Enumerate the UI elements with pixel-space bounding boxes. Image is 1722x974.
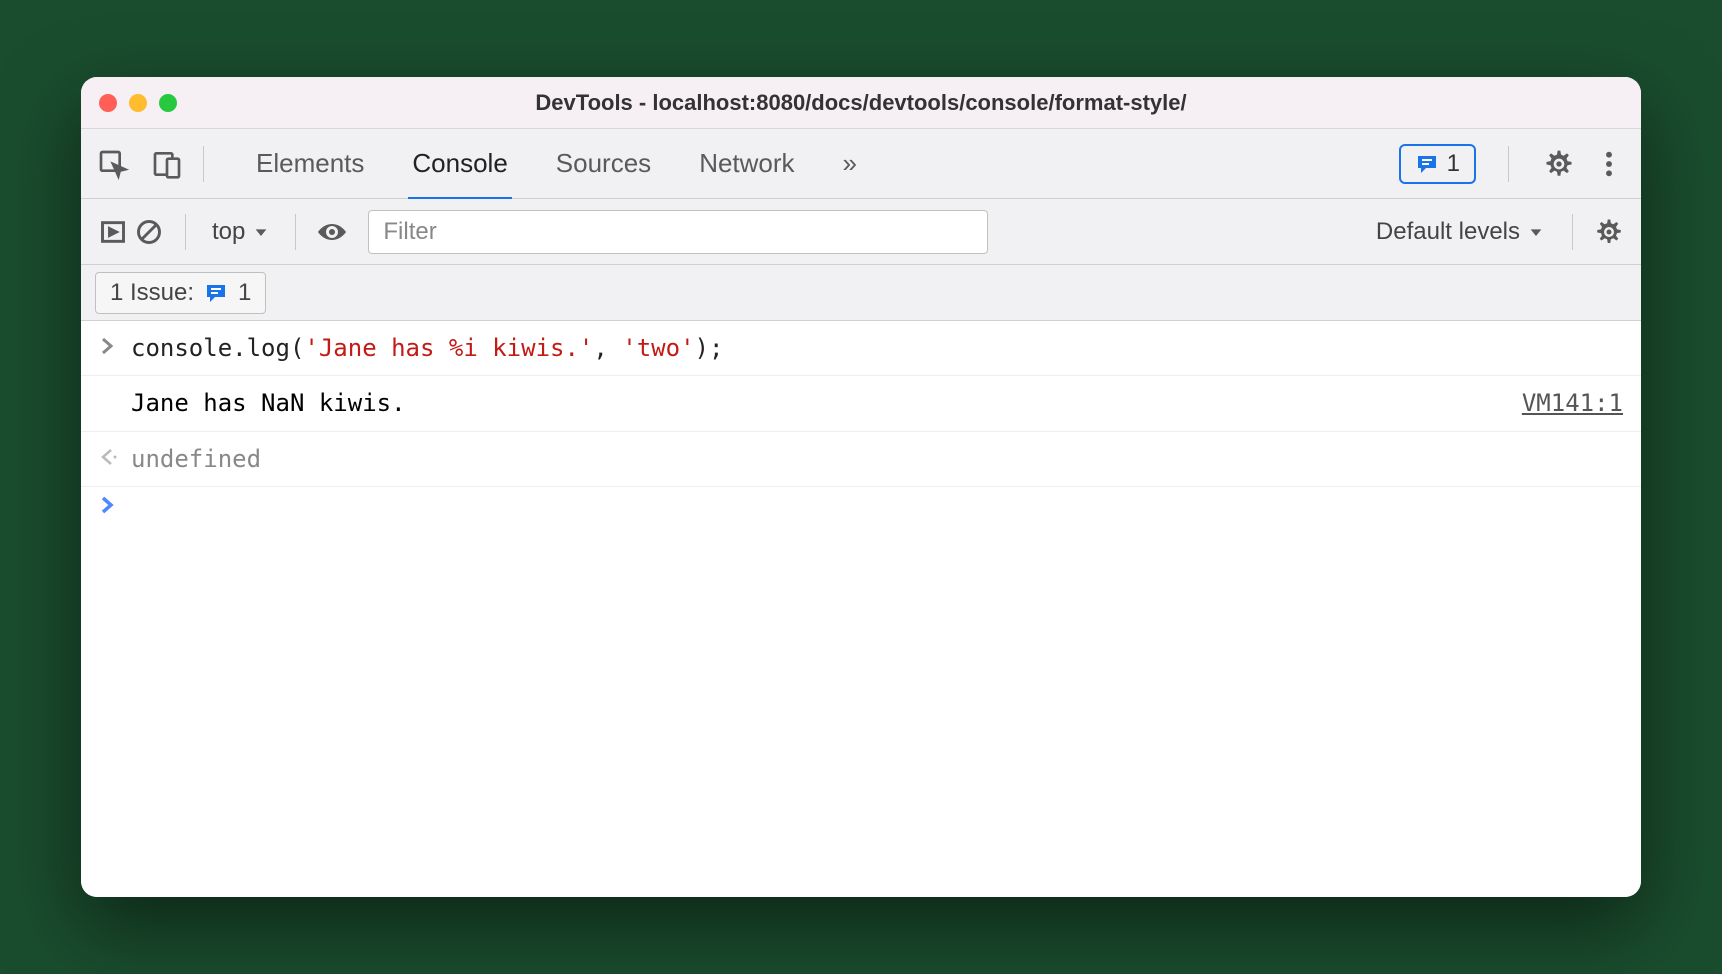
console-output[interactable]: console.log('Jane has %i kiwis.', 'two')… bbox=[81, 321, 1641, 897]
levels-label: Default levels bbox=[1376, 218, 1520, 246]
issues-count: 1 bbox=[1447, 150, 1460, 178]
console-return-row: undefined bbox=[81, 432, 1641, 487]
tab-elements[interactable]: Elements bbox=[252, 130, 368, 197]
main-tabbar: Elements Console Sources Network » 1 bbox=[81, 129, 1641, 199]
console-toolbar: top Default levels bbox=[81, 199, 1641, 265]
prompt-chevron-icon bbox=[99, 495, 131, 515]
toggle-sidebar-icon[interactable] bbox=[95, 214, 131, 250]
console-input-code: console.log('Jane has %i kiwis.', 'two')… bbox=[131, 329, 1623, 367]
tab-sources[interactable]: Sources bbox=[552, 130, 655, 197]
divider bbox=[1508, 146, 1509, 182]
tab-overflow[interactable]: » bbox=[839, 130, 861, 197]
close-button[interactable] bbox=[99, 94, 117, 112]
panel-tabs: Elements Console Sources Network » bbox=[252, 130, 1399, 197]
console-prompt-row[interactable] bbox=[81, 487, 1641, 523]
context-label: top bbox=[212, 218, 245, 246]
chevron-down-icon bbox=[253, 224, 269, 240]
input-chevron-icon bbox=[99, 336, 131, 356]
filter-input[interactable] bbox=[368, 210, 988, 254]
live-expression-icon[interactable] bbox=[314, 214, 350, 250]
return-chevron-icon bbox=[99, 447, 131, 467]
context-selector[interactable]: top bbox=[212, 218, 269, 246]
console-input-row: console.log('Jane has %i kiwis.', 'two')… bbox=[81, 321, 1641, 376]
console-output-row: Jane has NaN kiwis. VM141:1 bbox=[81, 376, 1641, 431]
titlebar: DevTools - localhost:8080/docs/devtools/… bbox=[81, 77, 1641, 129]
issues-label: 1 Issue: bbox=[110, 279, 194, 307]
maximize-button[interactable] bbox=[159, 94, 177, 112]
issues-counter[interactable]: 1 bbox=[1399, 144, 1476, 184]
right-toolbar: 1 bbox=[1399, 144, 1627, 184]
divider bbox=[295, 214, 296, 250]
window-title: DevTools - localhost:8080/docs/devtools/… bbox=[535, 90, 1186, 116]
issues-chip[interactable]: 1 Issue: 1 bbox=[95, 272, 266, 314]
console-return-value: undefined bbox=[131, 440, 1623, 478]
log-levels-selector[interactable]: Default levels bbox=[1376, 218, 1544, 246]
clear-console-icon[interactable] bbox=[131, 214, 167, 250]
issues-chip-count: 1 bbox=[238, 279, 251, 307]
inspect-tools bbox=[95, 146, 185, 182]
minimize-button[interactable] bbox=[129, 94, 147, 112]
source-link[interactable]: VM141:1 bbox=[1502, 384, 1623, 422]
chevron-down-icon bbox=[1528, 224, 1544, 240]
tab-network[interactable]: Network bbox=[695, 130, 798, 197]
more-menu-icon[interactable] bbox=[1591, 146, 1627, 182]
device-toolbar-icon[interactable] bbox=[149, 146, 185, 182]
tab-console[interactable]: Console bbox=[408, 130, 511, 201]
console-settings-icon[interactable] bbox=[1591, 214, 1627, 250]
devtools-window: DevTools - localhost:8080/docs/devtools/… bbox=[81, 77, 1641, 897]
divider bbox=[185, 214, 186, 250]
divider bbox=[203, 146, 204, 182]
window-controls bbox=[99, 94, 177, 112]
issues-bar: 1 Issue: 1 bbox=[81, 265, 1641, 321]
message-icon bbox=[204, 281, 228, 305]
settings-icon[interactable] bbox=[1541, 146, 1577, 182]
divider bbox=[1572, 214, 1573, 250]
console-output-text: Jane has NaN kiwis. bbox=[131, 384, 1502, 422]
message-icon bbox=[1415, 152, 1439, 176]
inspect-element-icon[interactable] bbox=[95, 146, 131, 182]
